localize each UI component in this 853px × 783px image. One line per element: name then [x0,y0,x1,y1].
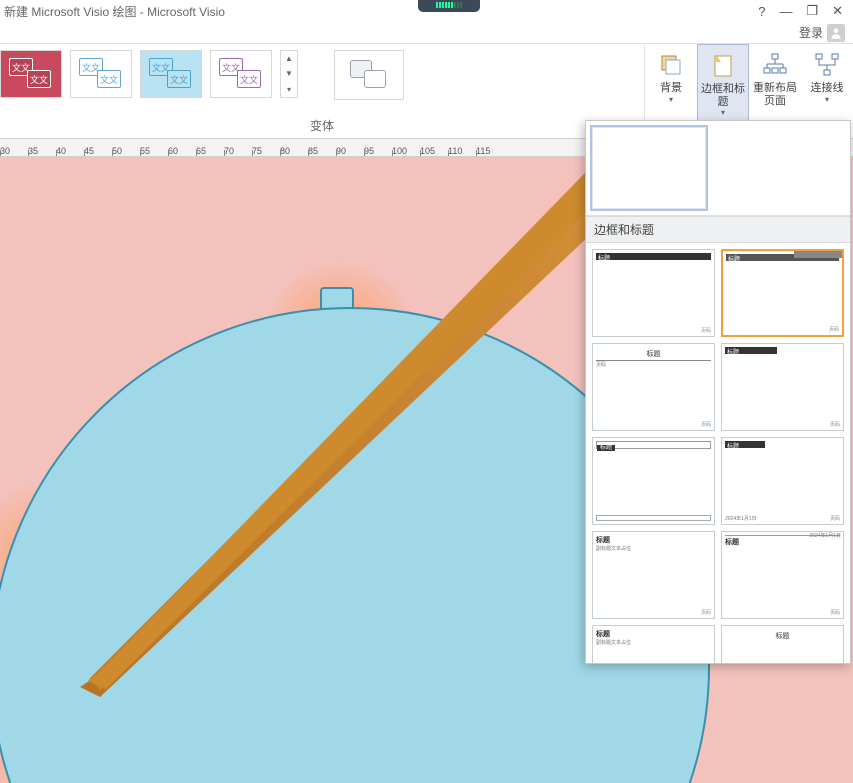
variant-style-3[interactable]: 文文文文 [140,50,202,98]
gallery-item[interactable]: 标题页码页码 [592,343,715,431]
ruler-tick: 40 [56,146,84,156]
ruler-tick: 115 [476,146,504,156]
gallery-item[interactable]: 标题 [592,437,715,525]
gallery-item[interactable]: 标题副标题文本占位页码 [592,531,715,619]
gallery-item[interactable]: 标题页码 [592,249,715,337]
login-link[interactable]: 登录 [799,24,823,41]
minimize-button[interactable]: — [779,4,792,19]
chevron-down-icon: ▾ [721,108,725,117]
variants-group-label: 变体 [0,117,644,138]
variant-style-1[interactable]: 文文文文 [0,50,62,98]
ruler-tick: 65 [196,146,224,156]
variant-effects[interactable] [334,50,404,100]
gallery-item[interactable]: 标题2024年1月1日页码 [721,437,844,525]
restore-button[interactable]: ❐ [806,3,818,19]
chevron-down-icon: ▾ [825,95,829,104]
relayout-icon [760,50,790,80]
ruler-tick: 95 [364,146,392,156]
window-title: 新建 Microsoft Visio 绘图 - Microsoft Visio [4,3,225,20]
gallery-item[interactable]: 标题2024年1月1日页码 [721,531,844,619]
avatar-icon[interactable] [827,24,845,42]
login-row: 登录 [0,22,853,43]
background-icon [656,50,686,80]
ruler-tick: 100 [392,146,420,156]
gallery-item[interactable]: 标题页码 [721,625,844,663]
variant-style-2[interactable]: 文文文文 [70,50,132,98]
ruler-tick: 90 [336,146,364,156]
help-icon[interactable]: ? [758,4,765,19]
gallery-item-none[interactable] [590,125,708,211]
ruler-tick: 70 [224,146,252,156]
chevron-down-icon: ▾ [669,95,673,104]
variants-gallery[interactable]: 文文文文 文文文文 文文文文 文文文文 ▲▼▾ [0,44,644,100]
ruler-tick: 75 [252,146,280,156]
variant-style-4[interactable]: 文文文文 [210,50,272,98]
ruler-tick: 105 [420,146,448,156]
gallery-item[interactable]: 标题页码 [721,343,844,431]
speaker-indicator [418,0,480,12]
ruler-tick: 110 [448,146,476,156]
ruler-tick: 50 [112,146,140,156]
ruler-tick: 80 [280,146,308,156]
borders-titles-gallery: 边框和标题 标题页码标题页码标题页码页码标题页码标题标题2024年1月1日页码标… [585,120,851,664]
gallery-item[interactable]: 标题页码 [721,249,844,337]
borders-titles-icon [708,51,738,81]
ruler-tick: 55 [140,146,168,156]
connectors-icon [812,50,842,80]
ruler-tick: 35 [28,146,56,156]
close-button[interactable]: ✕ [832,3,843,19]
ruler-tick: 45 [84,146,112,156]
gallery-item[interactable]: 标题副标题文本占位 [592,625,715,663]
ruler-tick: 85 [308,146,336,156]
ruler-tick: 60 [168,146,196,156]
ruler-tick: 30 [0,146,28,156]
title-bar: 新建 Microsoft Visio 绘图 - Microsoft Visio … [0,0,853,22]
variants-more[interactable]: ▲▼▾ [280,50,298,98]
gallery-section-header: 边框和标题 [586,216,850,243]
